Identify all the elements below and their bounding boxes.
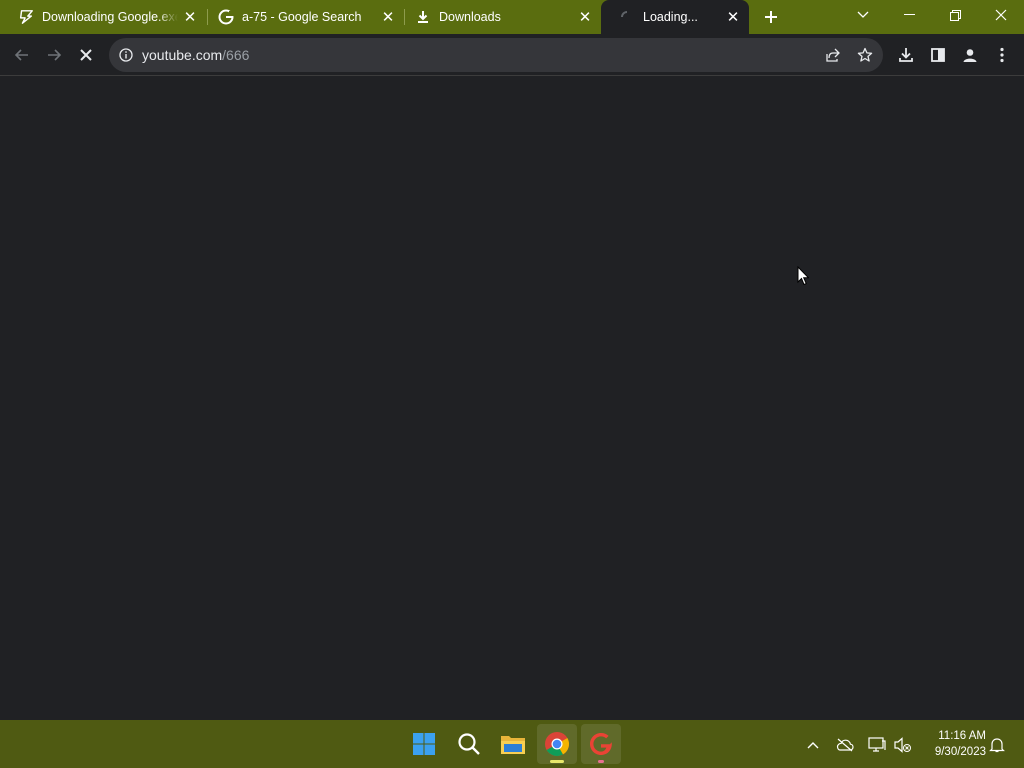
network-tray-button[interactable]	[866, 734, 888, 756]
tab-google-search[interactable]: a-75 - Google Search ✕	[200, 0, 404, 34]
address-bar[interactable]: youtube.com/666	[109, 38, 883, 72]
stop-loading-button[interactable]	[74, 43, 98, 67]
clock-time: 11:16 AM	[938, 730, 986, 742]
avatar-icon	[963, 49, 977, 62]
tab-downloading-google[interactable]: Downloading Google.exe ✕	[0, 0, 206, 34]
restore-button[interactable]	[932, 0, 978, 30]
windows-start-icon	[413, 733, 435, 755]
close-icon	[995, 9, 1007, 21]
star-icon[interactable]	[857, 47, 873, 68]
minimize-button[interactable]	[886, 0, 932, 30]
menu-button[interactable]	[990, 43, 1014, 67]
tab-title: Loading...	[643, 10, 698, 24]
app-open-indicator	[598, 760, 604, 763]
new-tab-button[interactable]	[759, 5, 783, 29]
tab-strip: Downloading Google.exe ✕ a-75 - Google S…	[0, 0, 1024, 34]
close-window-button[interactable]	[978, 0, 1024, 30]
download-icon	[415, 9, 431, 25]
chevron-down-icon	[857, 11, 869, 18]
browser-toolbar: youtube.com/666	[0, 34, 1024, 76]
downloads-button[interactable]	[894, 43, 918, 67]
info-icon[interactable]	[119, 48, 133, 67]
minimize-icon	[903, 14, 915, 15]
active-app-indicator	[550, 760, 564, 763]
chrome-icon	[545, 732, 570, 757]
url-host: youtube.com	[142, 47, 223, 63]
file-explorer-button[interactable]	[493, 724, 533, 764]
kebab-menu-icon	[1000, 47, 1004, 63]
plus-icon	[765, 11, 777, 23]
search-button[interactable]	[449, 724, 489, 764]
google-app-taskbar-button[interactable]	[581, 724, 621, 764]
back-button[interactable]	[10, 43, 34, 67]
tab-loading[interactable]: Loading... ✕	[601, 0, 749, 34]
tab-downloads[interactable]: Downloads ✕	[397, 0, 601, 34]
cloud-offline-icon	[836, 738, 854, 752]
start-button[interactable]	[404, 724, 444, 764]
forward-button[interactable]	[42, 43, 66, 67]
arrow-left-icon	[14, 49, 28, 61]
tab-search-button[interactable]	[840, 0, 886, 30]
bell-icon	[989, 738, 1005, 753]
close-tab-icon[interactable]: ✕	[380, 9, 396, 26]
side-panel-icon	[931, 48, 945, 62]
show-hidden-icons-button[interactable]	[802, 734, 824, 756]
arrow-right-icon	[48, 49, 62, 61]
google-g-icon	[590, 733, 612, 755]
tab-title: Downloads	[439, 10, 501, 24]
close-tab-icon[interactable]: ✕	[182, 9, 198, 26]
mouse-cursor-icon	[797, 265, 810, 291]
url-path: /666	[222, 47, 250, 63]
notifications-button[interactable]	[986, 734, 1008, 756]
loading-icon	[619, 9, 635, 25]
volume-tray-button[interactable]	[892, 734, 914, 756]
network-icon	[868, 737, 886, 752]
download-icon	[899, 48, 913, 62]
share-icon[interactable]	[825, 47, 841, 68]
page-content[interactable]	[0, 77, 1024, 720]
clock-date: 9/30/2023	[934, 746, 986, 758]
tab-title: a-75 - Google Search	[242, 10, 362, 24]
speaker-muted-icon	[894, 737, 911, 753]
close-tab-icon[interactable]: ✕	[725, 9, 741, 26]
close-tab-icon[interactable]: ✕	[577, 9, 593, 26]
chrome-taskbar-button[interactable]	[537, 724, 577, 764]
folder-icon	[501, 736, 525, 754]
lightning-icon	[18, 9, 34, 25]
taskbar-clock[interactable]: 11:16 AM 9/30/2023	[918, 728, 986, 760]
google-g-icon	[218, 9, 234, 25]
search-icon	[458, 733, 480, 755]
chevron-up-icon	[807, 742, 819, 749]
close-icon	[80, 49, 92, 61]
restore-icon	[949, 9, 961, 21]
url-text[interactable]: youtube.com/666	[142, 47, 249, 63]
profile-button[interactable]	[958, 43, 982, 67]
side-panel-button[interactable]	[926, 43, 950, 67]
onedrive-tray-button[interactable]	[834, 734, 856, 756]
tab-title: Downloading Google.exe	[42, 10, 178, 24]
